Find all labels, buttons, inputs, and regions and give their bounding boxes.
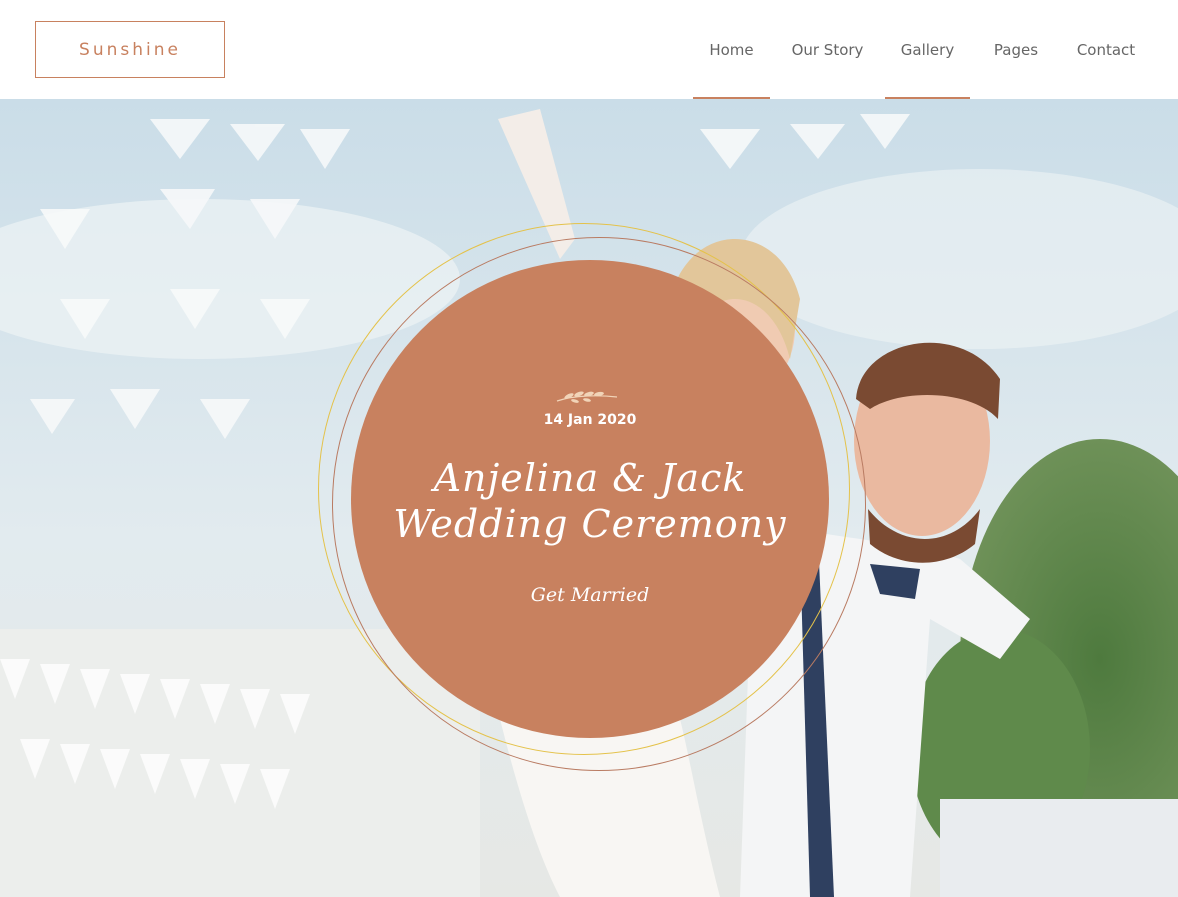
logo-text: Sunshine (79, 39, 181, 60)
hero-banner: 14 Jan 2020 Anjelina & Jack Wedding Cere… (0, 99, 1178, 897)
hero-title-line-1: Anjelina & Jack (433, 456, 747, 500)
nav-item-label: Our Story (791, 40, 864, 59)
hero-subtitle: Get Married (530, 584, 650, 606)
nav-item-label: Contact (1076, 40, 1136, 59)
site-header: Sunshine Home Our Story Gallery Pages Co… (0, 0, 1178, 99)
nav-item-pages[interactable]: Pages (980, 0, 1052, 99)
hero-title-line-2: Wedding Ceremony (393, 502, 787, 546)
nav-item-gallery[interactable]: Gallery (885, 0, 970, 99)
nav-item-our-story[interactable]: Our Story (785, 0, 870, 99)
nav-item-contact[interactable]: Contact (1062, 0, 1150, 99)
nav-item-label: Pages (993, 40, 1039, 59)
nav-item-label: Home (709, 40, 754, 59)
nav-item-label: Gallery (900, 40, 955, 59)
wedding-date: 14 Jan 2020 (543, 412, 637, 428)
hero-title: Anjelina & Jack Wedding Ceremony (351, 455, 829, 547)
leaf-sprig-icon (556, 391, 618, 403)
logo-link[interactable]: Sunshine (35, 21, 225, 78)
nav-item-home[interactable]: Home (693, 0, 770, 99)
